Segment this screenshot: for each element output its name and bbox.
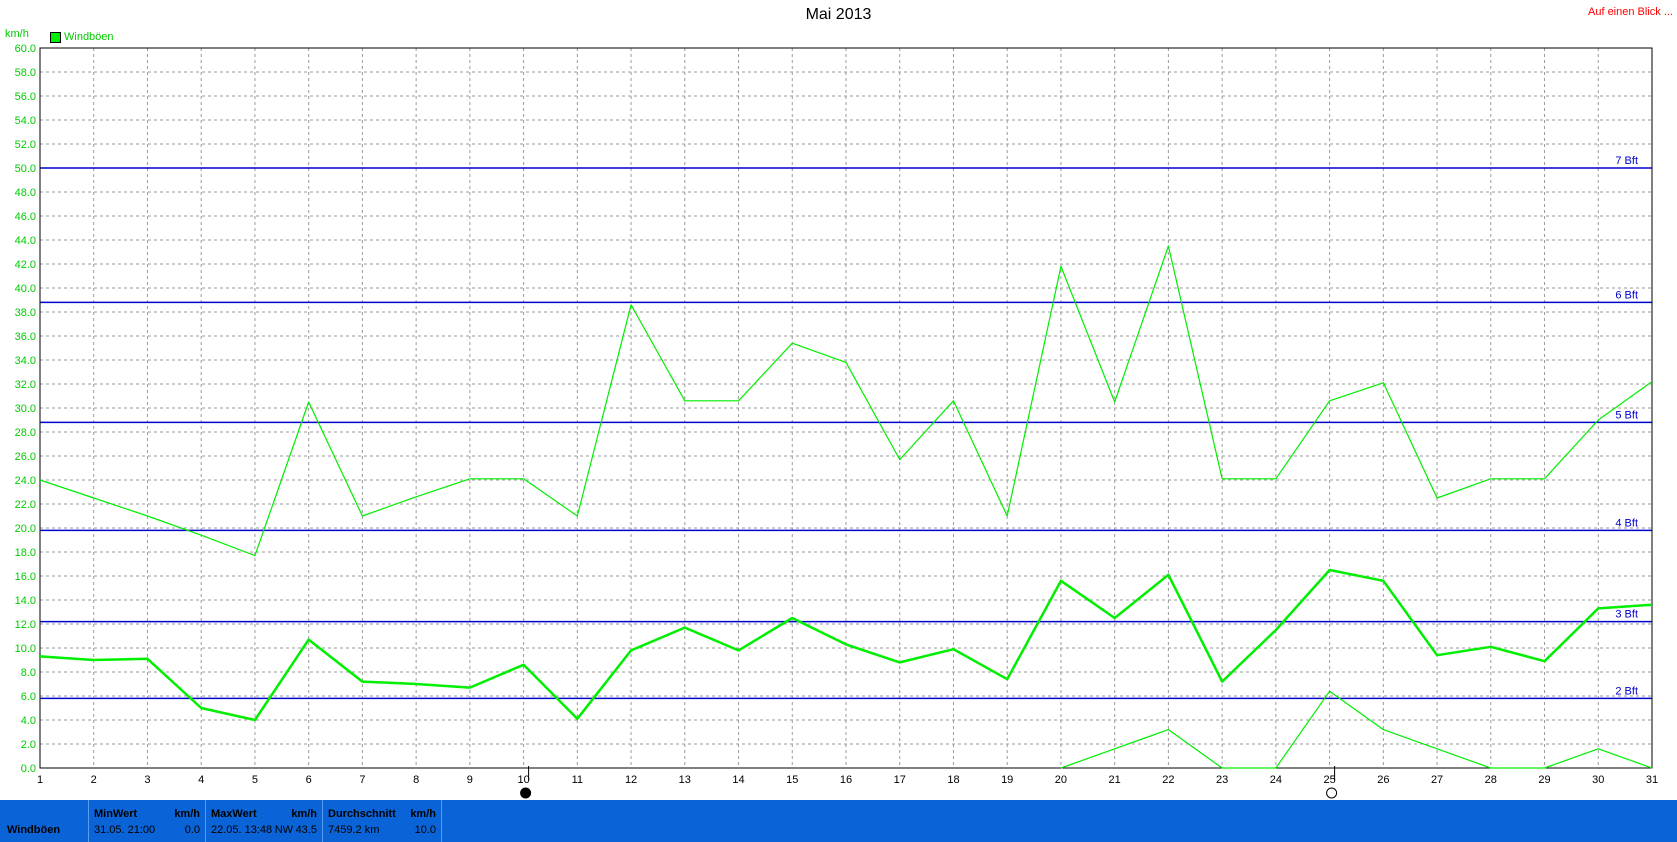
stats-max-values: 22.05. 13:48 NW 43.5 [211, 824, 317, 836]
stats-min-cell: MinWert km/h 31.05. 21:00 0.0 [88, 800, 205, 842]
stats-avg-unit: km/h [410, 808, 436, 820]
x-tick-label: 11 [572, 774, 583, 786]
x-tick-label: 6 [306, 774, 312, 786]
x-tick-label: 22 [1162, 774, 1174, 786]
x-tick-label: 23 [1216, 774, 1228, 786]
y-tick-label: 4.0 [21, 715, 36, 727]
x-tick-label: 18 [947, 774, 959, 786]
y-tick-label: 58.0 [15, 67, 36, 79]
chart-area: 0.0 2.0 4.0 6.0 8.0 10.0 12.0 14.0 16.0 18.0 20.0 2… [15, 43, 1658, 799]
x-tick-label: 19 [1001, 774, 1013, 786]
beaufort-label: 4 Bft [1615, 517, 1638, 529]
y-tick-label: 14.0 [15, 595, 36, 607]
beaufort-label: 7 Bft [1615, 155, 1638, 167]
y-tick-label: 12.0 [15, 619, 36, 631]
stats-min-value: 0.0 [184, 824, 200, 836]
stats-max-cell: MaxWert km/h 22.05. 13:48 NW 43.5 [205, 800, 322, 842]
y-tick-label: 50.0 [15, 163, 36, 175]
x-tick-label: 12 [625, 774, 637, 786]
stats-bar: Windböen MinWert km/h 31.05. 21:00 0.0 M… [0, 800, 1677, 842]
x-tick-label: 27 [1431, 774, 1443, 786]
y-tick-label: 26.0 [15, 451, 36, 463]
y-tick-label: 34.0 [15, 355, 36, 367]
stats-avg-value: 10.0 [414, 824, 436, 836]
x-tick-label: 20 [1055, 774, 1067, 786]
stats-avg-header: Durchschnitt km/h [328, 808, 436, 820]
x-tick-label: 24 [1270, 774, 1282, 786]
y-tick-label: 54.0 [15, 115, 36, 127]
y-tick-label: 10.0 [15, 643, 36, 655]
beaufort-label: 6 Bft [1615, 289, 1638, 301]
x-tick-label: 21 [1109, 774, 1121, 786]
stats-max-value: 43.5 [295, 824, 317, 836]
stats-avg-distance: 7459.2 km [328, 824, 380, 836]
x-tick-label: 7 [359, 774, 365, 786]
beaufort-label: 3 Bft [1615, 609, 1638, 621]
stats-max-dir: NW [274, 824, 294, 836]
x-tick-label: 16 [840, 774, 852, 786]
x-tick-label: 3 [144, 774, 150, 786]
x-tick-label: 28 [1485, 774, 1497, 786]
x-tick-label: 9 [467, 774, 473, 786]
x-tick-label: 15 [786, 774, 798, 786]
moon-full-icon [1326, 787, 1338, 799]
stats-row-label-cell: Windböen [0, 800, 88, 842]
x-tick-label: 29 [1538, 774, 1550, 786]
x-tick-label: 17 [894, 774, 906, 786]
moon-new-icon [520, 787, 532, 799]
y-tick-label: 42.0 [15, 259, 36, 271]
stats-min-values: 31.05. 21:00 0.0 [94, 824, 200, 836]
stats-min-unit: km/h [174, 808, 200, 820]
stats-avg-title: Durchschnitt [328, 808, 396, 820]
y-tick-label: 8.0 [21, 667, 36, 679]
x-tick-label: 31 [1646, 774, 1658, 786]
stats-max-time: 22.05. 13:48 [211, 824, 273, 836]
x-tick-label: 10 [517, 774, 529, 786]
y-tick-label: 16.0 [15, 571, 36, 583]
x-tick-label: 4 [198, 774, 204, 786]
x-tick-label: 14 [732, 774, 744, 786]
stats-row-label: Windböen [7, 824, 61, 836]
y-tick-label: 28.0 [15, 427, 36, 439]
y-tick-label: 6.0 [21, 691, 36, 703]
stats-max-title: MaxWert [211, 808, 257, 820]
y-tick-label: 46.0 [15, 211, 36, 223]
stats-max-header: MaxWert km/h [211, 808, 317, 820]
y-tick-label: 60.0 [15, 43, 36, 55]
x-tick-label: 2 [91, 774, 97, 786]
y-tick-label: 0.0 [21, 763, 36, 775]
x-tick-label: 26 [1377, 774, 1389, 786]
x-tick-label: 8 [413, 774, 419, 786]
y-tick-label: 30.0 [15, 403, 36, 415]
stats-min-header: MinWert km/h [94, 808, 200, 820]
y-tick-label: 18.0 [15, 547, 36, 559]
y-tick-label: 32.0 [15, 379, 36, 391]
beaufort-label: 2 Bft [1615, 685, 1638, 697]
stats-min-time: 31.05. 21:00 [94, 824, 156, 836]
stats-min-title: MinWert [94, 808, 138, 820]
x-tick-label: 13 [679, 774, 691, 786]
stats-avg-cell: Durchschnitt km/h 7459.2 km 10.0 [322, 800, 442, 842]
y-tick-label: 40.0 [15, 283, 36, 295]
y-tick-label: 38.0 [15, 307, 36, 319]
stats-max-unit: km/h [291, 808, 317, 820]
x-tick-label: 5 [252, 774, 258, 786]
y-tick-label: 52.0 [15, 139, 36, 151]
x-tick-label: 25 [1323, 774, 1335, 786]
y-tick-label: 36.0 [15, 331, 36, 343]
y-tick-label: 56.0 [15, 91, 36, 103]
y-tick-label: 24.0 [15, 475, 36, 487]
y-tick-label: 22.0 [15, 499, 36, 511]
y-tick-label: 48.0 [15, 187, 36, 199]
y-tick-label: 2.0 [21, 739, 36, 751]
series-line-1 [39, 245, 1653, 557]
stats-avg-values: 7459.2 km 10.0 [328, 824, 436, 836]
y-tick-label: 44.0 [15, 235, 36, 247]
beaufort-label: 5 Bft [1615, 409, 1638, 421]
y-tick-label: 20.0 [15, 523, 36, 535]
x-tick-label: 1 [37, 774, 43, 786]
x-tick-label: 30 [1592, 774, 1604, 786]
series-line-3 [1060, 690, 1653, 769]
